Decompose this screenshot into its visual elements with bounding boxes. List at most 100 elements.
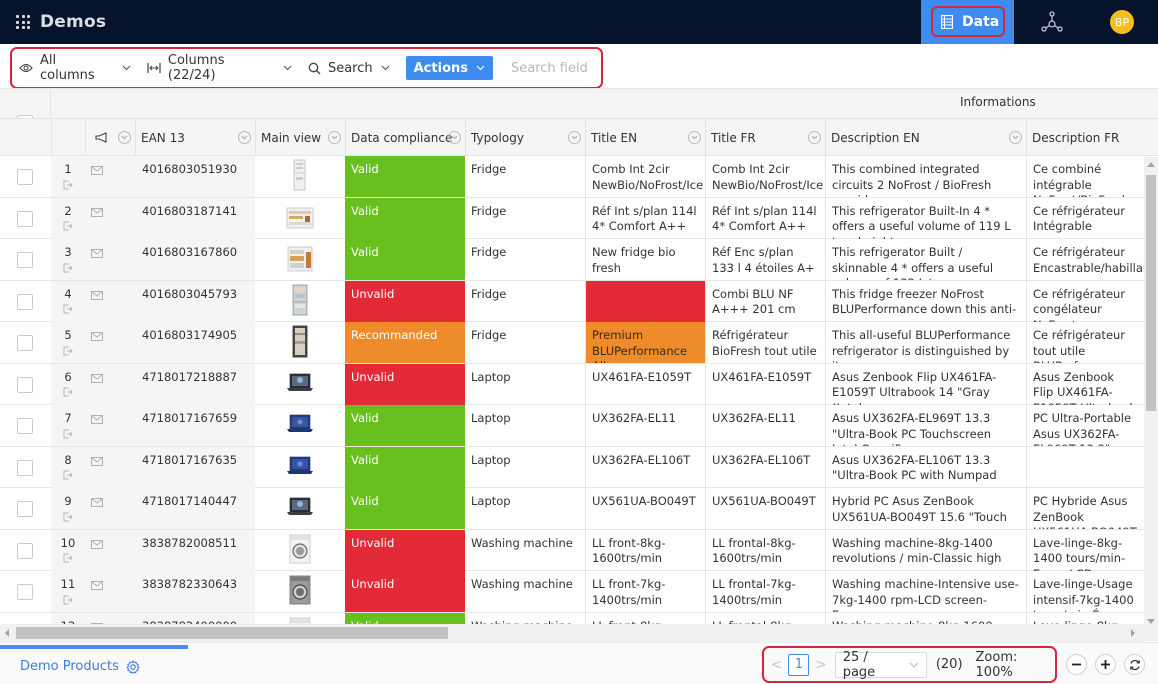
sheet-tab-demo-products[interactable]: Demo Products [20, 659, 140, 674]
description-fr-cell[interactable]: Ce réfrigérateur tout utile BLUPerforman… [1026, 322, 1144, 363]
vertical-scrollbar[interactable] [1144, 157, 1158, 641]
typology-cell[interactable]: Fridge [465, 322, 585, 363]
description-en-cell[interactable]: Washing machine-Intensive use-7kg-1400 r… [825, 571, 1026, 612]
main-view-cell[interactable] [255, 156, 345, 197]
header-typology[interactable]: Typology [465, 119, 585, 156]
envelope-icon[interactable] [91, 332, 103, 341]
table-row[interactable]: 6 4718017218887 Unvalid Laptop UX461FA-E1059… [0, 363, 1144, 405]
typology-cell[interactable]: Laptop [465, 364, 585, 405]
network-graph-icon[interactable] [1041, 11, 1063, 33]
envelope-icon[interactable] [91, 207, 103, 217]
column-menu-icon[interactable] [568, 131, 581, 144]
compliance-status-cell[interactable]: Valid [345, 239, 465, 280]
ean-cell[interactable]: 4016803045793 [135, 280, 255, 322]
table-row[interactable]: 7 4718017167659 Valid Laptop UX362FA-EL11 UX3… [0, 405, 1144, 447]
description-en-cell[interactable]: This refrigerator Built / skinnable 4 * … [825, 239, 1026, 280]
next-page-button[interactable]: > [813, 657, 828, 673]
row-checkbox[interactable] [17, 210, 33, 227]
row-checkbox[interactable] [17, 584, 33, 600]
header-title-fr[interactable]: Title FR [705, 119, 825, 156]
main-view-cell[interactable] [255, 281, 345, 322]
row-checkbox[interactable] [17, 169, 33, 185]
column-menu-icon[interactable] [118, 131, 131, 144]
title-en-cell[interactable]: LL front-7kg-1400trs/min [585, 571, 705, 612]
envelope-icon[interactable] [91, 581, 103, 590]
description-fr-cell[interactable]: Ce réfrigérateur congélateur NoFrost BLU… [1026, 280, 1144, 322]
title-fr-cell[interactable]: Comb Int 2cir NewBio/NoFrost/Ice [705, 156, 825, 197]
main-view-cell[interactable] [255, 198, 345, 239]
title-fr-cell[interactable]: LL frontal-8kg-1600trs/min [705, 529, 825, 571]
description-fr-cell[interactable]: Ce réfrigérateur Encastrable/habillable [1026, 239, 1144, 280]
main-view-cell[interactable] [255, 364, 345, 405]
ean-cell[interactable]: 4718017167635 [135, 446, 255, 488]
column-menu-icon[interactable] [448, 131, 461, 144]
description-en-cell[interactable]: Asus Zenbook Flip UX461FA-E1059T Ultrabo… [825, 363, 1026, 405]
actions-button[interactable]: Actions [405, 56, 493, 80]
main-view-cell[interactable] [255, 530, 345, 571]
table-row[interactable]: 8 4718017167635 Valid Laptop UX362FA-EL106T U… [0, 446, 1144, 488]
description-fr-cell[interactable]: PC Hybride Asus ZenBook UX561UA-BO049T 1… [1026, 488, 1144, 529]
header-data-compliance[interactable]: Data compliance [345, 119, 465, 156]
app-grid-icon[interactable] [16, 15, 32, 29]
header-ean13[interactable]: EAN 13 [135, 119, 255, 156]
main-view-cell[interactable] [255, 571, 345, 612]
row-checkbox[interactable] [17, 335, 33, 351]
open-record-icon[interactable] [63, 553, 73, 563]
ean-cell[interactable]: 3838782330643 [135, 571, 255, 612]
table-row[interactable]: 2 4016803187141 Valid Fridge Réf Int s/plan … [0, 197, 1144, 239]
ean-cell[interactable]: 4016803051930 [135, 156, 255, 197]
table-row[interactable]: 3 4016803167860 Valid Fridge New fridge bio … [0, 239, 1144, 281]
description-en-cell[interactable]: This refrigerator Built-In 4 * offers a … [825, 197, 1026, 239]
typology-cell[interactable]: Fridge [465, 239, 585, 280]
description-fr-cell[interactable]: Ce combiné intégrable NoFrost/BioFresh p… [1026, 156, 1144, 197]
compliance-status-cell[interactable]: Valid [345, 156, 465, 197]
zoom-out-button[interactable] [1066, 654, 1087, 675]
description-en-cell[interactable]: This combined integrated circuits 2 NoFr… [825, 156, 1026, 197]
compliance-status-cell[interactable]: Valid [345, 197, 465, 239]
envelope-icon[interactable] [91, 290, 103, 300]
open-record-icon[interactable] [63, 221, 73, 231]
envelope-icon[interactable] [91, 373, 103, 383]
main-view-cell[interactable] [255, 322, 345, 363]
title-en-cell[interactable]: Comb Int 2cir NewBio/NoFrost/Ice [585, 156, 705, 197]
title-en-cell[interactable] [585, 280, 705, 322]
title-fr-cell[interactable]: UX561UA-BO049T [705, 488, 825, 529]
open-record-icon[interactable] [63, 263, 73, 273]
typology-cell[interactable]: Laptop [465, 447, 585, 488]
open-record-icon[interactable] [63, 387, 73, 397]
ean-cell[interactable]: 4718017140447 [135, 488, 255, 529]
nav-tab-data[interactable]: Data [921, 0, 1014, 44]
search-selector[interactable]: Search [308, 61, 390, 76]
row-checkbox[interactable] [17, 252, 33, 268]
open-record-icon[interactable] [63, 470, 73, 480]
app-brand[interactable]: Demos [16, 0, 106, 44]
row-checkbox[interactable] [17, 501, 33, 517]
data-tab-highlight[interactable]: Data [931, 6, 1005, 37]
title-fr-cell[interactable]: LL frontal-7kg-1400trs/min [705, 571, 825, 612]
title-en-cell[interactable]: Premium BLUPerformance All- [585, 322, 705, 363]
row-checkbox[interactable] [17, 293, 33, 310]
title-fr-cell[interactable]: Réf Enc s/plan 133 l 4 étoiles A+ [705, 239, 825, 280]
typology-cell[interactable]: Laptop [465, 488, 585, 529]
description-en-cell[interactable]: Hybrid PC Asus ZenBook UX561UA-BO049T 15… [825, 488, 1026, 529]
header-description-en[interactable]: Description EN [825, 119, 1026, 156]
typology-cell[interactable]: Washing machine [465, 530, 585, 571]
compliance-status-cell[interactable]: Unvalid [345, 529, 465, 571]
columns-selector[interactable]: Columns (22/24) [147, 53, 292, 83]
title-en-cell[interactable]: New fridge bio fresh [585, 239, 705, 280]
ean-cell[interactable]: 4016803167860 [135, 239, 255, 280]
title-fr-cell[interactable]: UX362FA-EL106T [705, 446, 825, 488]
compliance-status-cell[interactable]: Unvalid [345, 363, 465, 405]
open-record-icon[interactable] [63, 429, 73, 439]
header-title-en[interactable]: Title EN [585, 119, 705, 156]
envelope-icon[interactable] [91, 539, 103, 549]
title-en-cell[interactable]: LL front-8kg-1600trs/min [585, 529, 705, 571]
ean-cell[interactable]: 4718017167659 [135, 405, 255, 446]
ean-cell[interactable]: 3838782008511 [135, 529, 255, 571]
title-en-cell[interactable]: UX561UA-BO049T [585, 488, 705, 529]
page-size-select[interactable]: 25 / page [834, 650, 927, 680]
zoom-in-button[interactable] [1095, 654, 1116, 675]
search-field-input[interactable] [511, 60, 601, 76]
scroll-down-arrow-icon[interactable] [1147, 619, 1155, 624]
header-description-fr[interactable]: Description FR [1026, 119, 1158, 156]
